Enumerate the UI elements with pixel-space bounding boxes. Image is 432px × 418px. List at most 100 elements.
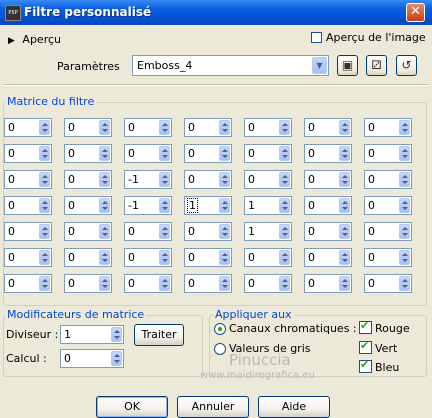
spin-arrows-icon[interactable] [399, 276, 410, 291]
ok-button[interactable]: OK [96, 396, 168, 418]
matrix-cell-spinner[interactable]: 0 [4, 248, 52, 267]
matrix-cell-spinner[interactable]: 0 [184, 170, 232, 189]
spin-arrows-icon[interactable] [339, 120, 350, 135]
matrix-cell-spinner[interactable]: 0 [244, 248, 292, 267]
spin-arrows-icon[interactable] [159, 198, 170, 213]
matrix-cell-spinner[interactable]: 0 [364, 274, 412, 293]
red-checkbox[interactable] [359, 319, 372, 334]
spin-arrows-icon[interactable] [159, 120, 170, 135]
matrix-cell-spinner[interactable]: 0 [64, 196, 112, 215]
matrix-cell-spinner[interactable]: 0 [124, 222, 172, 241]
spin-arrows-icon[interactable] [159, 276, 170, 291]
green-checkbox[interactable] [359, 339, 372, 354]
spin-arrows-icon[interactable] [339, 172, 350, 187]
spin-arrows-icon[interactable] [99, 198, 110, 213]
matrix-cell-spinner[interactable]: 0 [4, 222, 52, 241]
matrix-cell-spinner[interactable]: 0 [304, 274, 352, 293]
spin-arrows-icon[interactable] [39, 198, 50, 213]
spin-arrows-icon[interactable] [39, 172, 50, 187]
spin-arrows-icon[interactable] [159, 172, 170, 187]
matrix-cell-spinner[interactable]: 0 [364, 248, 412, 267]
matrix-cell-spinner[interactable]: 0 [304, 170, 352, 189]
spin-arrows-icon[interactable] [279, 120, 290, 135]
matrix-cell-spinner[interactable]: 0 [4, 274, 52, 293]
spin-arrows-icon[interactable] [399, 198, 410, 213]
matrix-cell-spinner[interactable]: -1 [124, 196, 172, 215]
restore-button[interactable]: ↺ [396, 55, 417, 76]
process-button[interactable]: Traiter [134, 324, 184, 346]
matrix-cell-spinner[interactable]: 0 [304, 144, 352, 163]
matrix-cell-spinner[interactable]: 1 [244, 222, 292, 241]
spin-arrows-icon[interactable] [99, 172, 110, 187]
matrix-cell-spinner[interactable]: -1 [124, 170, 172, 189]
matrix-cell-spinner[interactable]: 0 [184, 144, 232, 163]
matrix-cell-spinner[interactable]: 1 [184, 196, 232, 215]
matrix-cell-spinner[interactable]: 0 [124, 248, 172, 267]
save-preset-button[interactable]: ▣ [337, 55, 358, 76]
spin-arrows-icon[interactable] [159, 250, 170, 265]
matrix-cell-spinner[interactable]: 0 [124, 144, 172, 163]
spin-arrows-icon[interactable] [159, 146, 170, 161]
matrix-cell-spinner[interactable]: 0 [4, 196, 52, 215]
matrix-cell-spinner[interactable]: 0 [364, 170, 412, 189]
spin-arrows-icon[interactable] [339, 146, 350, 161]
spin-arrows-icon[interactable] [339, 250, 350, 265]
color-channels-radio[interactable] [214, 323, 226, 335]
spin-arrows-icon[interactable] [399, 250, 410, 265]
matrix-cell-spinner[interactable]: 0 [304, 118, 352, 137]
spin-arrows-icon[interactable] [111, 351, 122, 366]
spin-arrows-icon[interactable] [99, 224, 110, 239]
blue-checkbox[interactable] [359, 358, 372, 373]
spin-arrows-icon[interactable] [39, 250, 50, 265]
matrix-cell-spinner[interactable]: 0 [64, 248, 112, 267]
spin-arrows-icon[interactable] [159, 224, 170, 239]
matrix-cell-spinner[interactable]: 1 [244, 196, 292, 215]
spin-arrows-icon[interactable] [99, 120, 110, 135]
spin-arrows-icon[interactable] [279, 198, 290, 213]
spin-arrows-icon[interactable] [219, 172, 230, 187]
spin-arrows-icon[interactable] [111, 327, 122, 342]
matrix-cell-spinner[interactable]: 0 [64, 144, 112, 163]
matrix-cell-spinner[interactable]: 0 [304, 196, 352, 215]
spin-arrows-icon[interactable] [219, 276, 230, 291]
spin-arrows-icon[interactable] [339, 224, 350, 239]
spin-arrows-icon[interactable] [339, 276, 350, 291]
matrix-cell-spinner[interactable]: 0 [364, 222, 412, 241]
matrix-cell-spinner[interactable]: 0 [304, 248, 352, 267]
spin-arrows-icon[interactable] [99, 250, 110, 265]
matrix-cell-spinner[interactable]: 0 [304, 222, 352, 241]
presets-folder-button[interactable]: ⚂ [366, 55, 387, 76]
spin-arrows-icon[interactable] [399, 120, 410, 135]
spin-arrows-icon[interactable] [279, 276, 290, 291]
spin-arrows-icon[interactable] [279, 172, 290, 187]
matrix-cell-spinner[interactable]: 0 [364, 118, 412, 137]
matrix-cell-spinner[interactable]: 0 [364, 144, 412, 163]
bias-spinner[interactable]: 0 [60, 349, 124, 368]
matrix-cell-spinner[interactable]: 0 [124, 274, 172, 293]
spin-arrows-icon[interactable] [219, 250, 230, 265]
spin-arrows-icon[interactable] [219, 198, 230, 213]
matrix-cell-spinner[interactable]: 0 [244, 274, 292, 293]
spin-arrows-icon[interactable] [399, 146, 410, 161]
matrix-cell-spinner[interactable]: 0 [184, 248, 232, 267]
matrix-cell-spinner[interactable]: 0 [244, 118, 292, 137]
matrix-cell-spinner[interactable]: 0 [64, 222, 112, 241]
spin-arrows-icon[interactable] [39, 276, 50, 291]
matrix-cell-spinner[interactable]: 0 [4, 118, 52, 137]
spin-arrows-icon[interactable] [399, 224, 410, 239]
matrix-cell-spinner[interactable]: 0 [364, 196, 412, 215]
cancel-button[interactable]: Annuler [177, 396, 249, 418]
close-button[interactable]: ✕ [406, 3, 425, 22]
matrix-cell-spinner[interactable]: 0 [244, 144, 292, 163]
matrix-cell-spinner[interactable]: 0 [244, 170, 292, 189]
image-preview-checkbox[interactable] [311, 32, 322, 43]
matrix-cell-spinner[interactable]: 0 [184, 274, 232, 293]
spin-arrows-icon[interactable] [39, 120, 50, 135]
spin-arrows-icon[interactable] [39, 224, 50, 239]
matrix-cell-spinner[interactable]: 0 [124, 118, 172, 137]
spin-arrows-icon[interactable] [399, 172, 410, 187]
matrix-cell-spinner[interactable]: 0 [4, 144, 52, 163]
matrix-cell-spinner[interactable]: 0 [4, 170, 52, 189]
matrix-cell-spinner[interactable]: 0 [64, 274, 112, 293]
chevron-down-icon[interactable]: ▼ [312, 57, 327, 74]
